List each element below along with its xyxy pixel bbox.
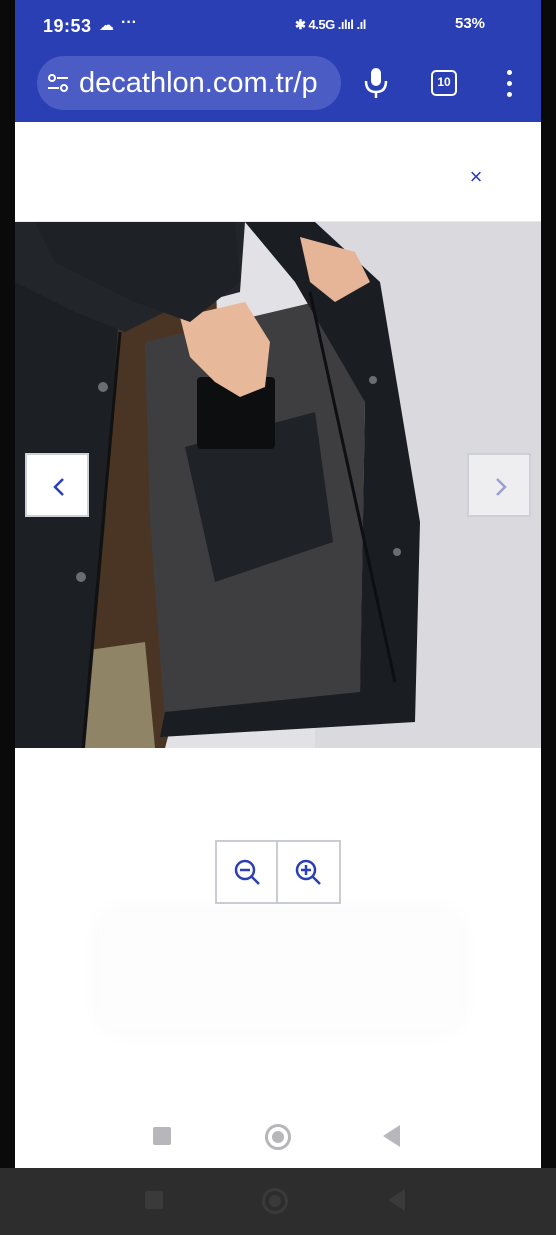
previous-image-button[interactable] [25,453,89,517]
more-vert-icon[interactable] [499,68,519,98]
browser-top-bar: 19:53 ☁ ··· ✱ 4.5G .ılıl .ıl 53% decathl… [15,0,541,122]
circle-icon[interactable] [265,1124,291,1150]
notification-more-indicator: ··· [121,14,137,31]
square-icon[interactable] [153,1127,171,1145]
zoom-in-button[interactable] [278,842,339,902]
close-icon[interactable]: × [461,162,491,192]
outer-circle-icon [262,1188,288,1214]
address-bar[interactable]: decathlon.com.tr/p [37,56,341,110]
system-navigation-bar [15,1102,541,1168]
zoom-out-button[interactable] [217,842,278,902]
zoom-in-icon [295,859,321,885]
chevron-right-icon [496,478,507,496]
product-image[interactable] [15,222,541,748]
outer-square-icon [145,1191,163,1209]
screen-border-left [0,0,15,1168]
status-bar: 19:53 ☁ ··· ✱ 4.5G .ılıl .ıl 53% [15,0,541,52]
image-viewer-dialog: × [15,122,541,1168]
screen-border-right [541,0,556,1168]
zoom-controls [215,840,341,904]
zoom-out-icon [234,859,260,885]
mic-icon[interactable] [361,66,391,100]
cloud-icon: ☁ [99,17,114,34]
status-time: 19:53 [43,16,92,36]
outer-triangle-back-icon [388,1189,405,1211]
triangle-back-icon[interactable] [383,1125,400,1147]
chevron-left-icon [53,478,64,496]
jacket-photo [15,222,541,748]
tune-icon[interactable] [47,73,69,93]
background-card [100,912,460,1030]
tab-switcher-button[interactable]: 10 [431,70,457,96]
battery-level: 53% [455,15,486,32]
next-image-button[interactable] [467,453,531,517]
outer-navigation-bar [0,1168,556,1235]
url-text[interactable]: decathlon.com.tr/p [79,67,318,100]
network-status: ✱ 4.5G .ılıl .ıl [295,17,366,32]
